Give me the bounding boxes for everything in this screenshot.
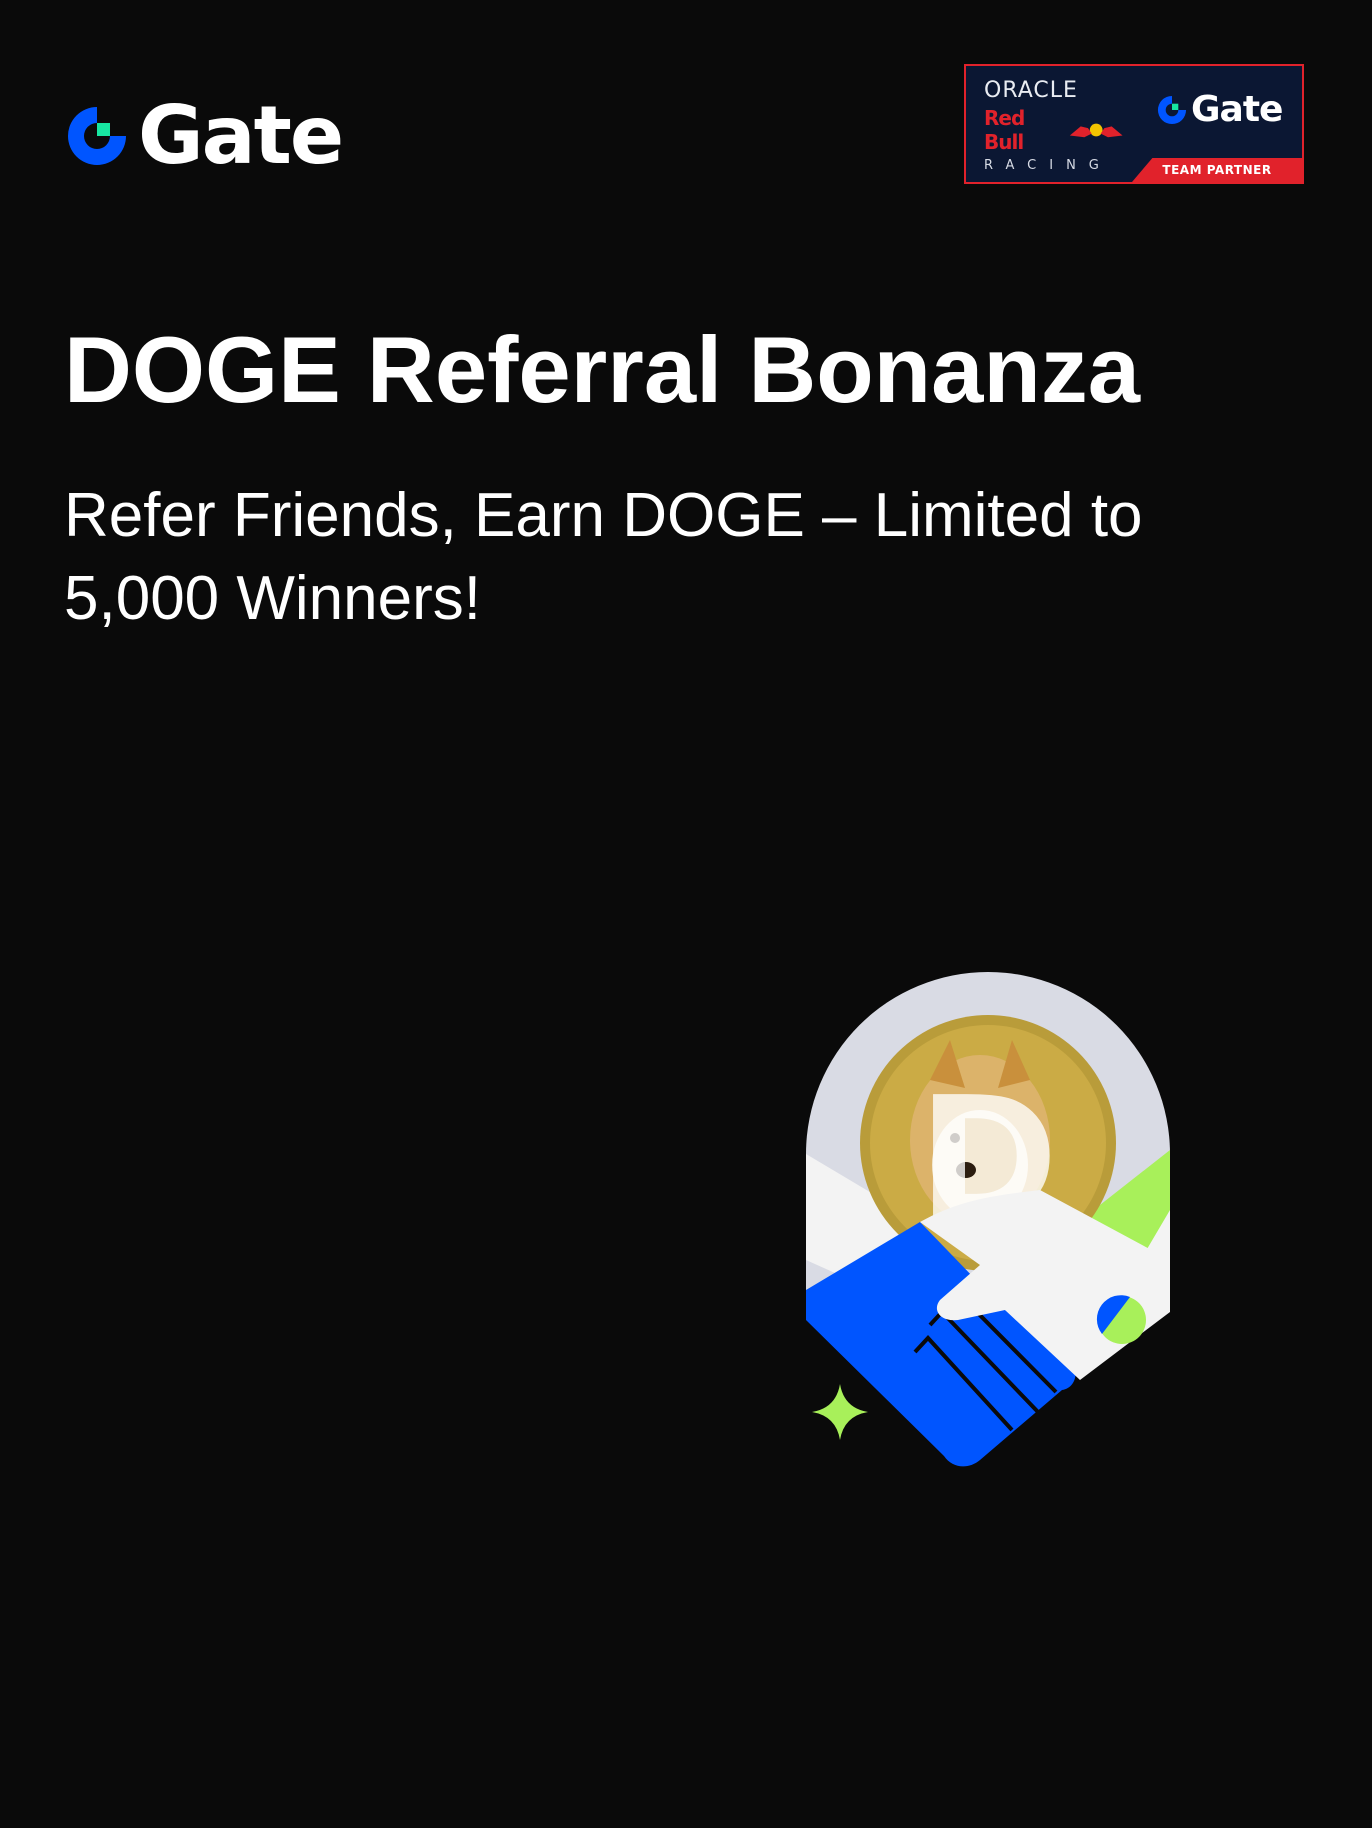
gate-logo-text: Gate (138, 89, 344, 182)
sparkle-icon (812, 1384, 868, 1440)
redbull-bulls-icon (1069, 123, 1123, 138)
gate-mini-logo-icon (1157, 95, 1187, 125)
page-title: DOGE Referral Bonanza (64, 317, 1141, 422)
gate-mini-text: Gate (1191, 89, 1283, 130)
partner-badge: ORACLE Red Bull RACING Gate TEAM PARTNER (964, 64, 1304, 184)
gate-mini-logo: Gate (1156, 89, 1283, 130)
racing-text: RACING (984, 158, 1112, 173)
gate-logo-icon (68, 107, 126, 165)
gate-logo[interactable]: Gate (64, 89, 344, 182)
referral-illustration: D (780, 960, 1200, 1520)
redbull-row: Red Bull (984, 106, 1124, 154)
oracle-redbull-racing-logo: ORACLE Red Bull RACING (984, 80, 1124, 173)
page-subtitle: Refer Friends, Earn DOGE – Limited to 5,… (64, 481, 1143, 634)
handshake-doge-graphic: D (806, 972, 1170, 1467)
team-partner-ribbon: TEAM PARTNER (1132, 158, 1302, 182)
redbull-text: Red Bull (984, 106, 1025, 154)
oracle-text: ORACLE (984, 78, 1078, 103)
